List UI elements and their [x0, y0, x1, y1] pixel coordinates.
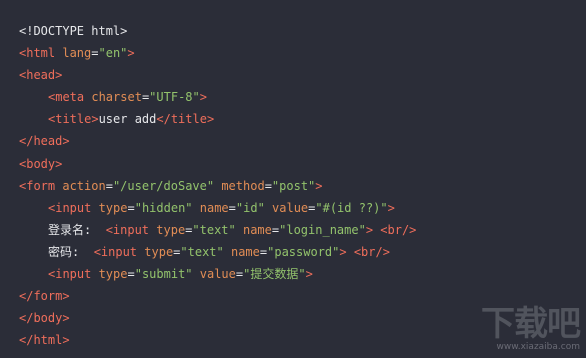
code-line: </head> [19, 130, 416, 152]
code-token-attr: type [98, 267, 128, 282]
code-line: <head> [19, 64, 416, 86]
code-line: <meta charset="UTF-8"> [19, 86, 416, 108]
code-token-str: "en" [98, 46, 128, 61]
code-token-txt: <!DOCTYPE html> [19, 24, 128, 38]
code-token-tag: </head> [19, 134, 70, 149]
code-token-tag: <meta [48, 90, 92, 105]
code-token-txt: = [91, 46, 99, 61]
code-token-tag: <input [48, 200, 99, 215]
code-token-tag: <body> [19, 156, 63, 171]
code-token-txt: = [105, 178, 113, 193]
code-line: <form action="/user/doSave" method="post… [19, 175, 416, 197]
code-token-tag: </body> [19, 311, 70, 326]
code-token-txt: = [228, 200, 236, 215]
code-token-str: "text" [192, 222, 243, 237]
code-line: 登录名: <input type="text" name="login_name… [19, 219, 416, 241]
code-token-str: "hidden" [134, 200, 200, 215]
code-line: <body> [19, 153, 416, 175]
code-token-attr: value [199, 267, 236, 282]
code-line: <html lang="en"> [19, 42, 416, 64]
code-token-attr: name [199, 200, 229, 215]
code-token-txt: 登录名: [48, 222, 106, 237]
code-token-attr: type [98, 200, 128, 215]
code-token-tag: > [315, 178, 323, 193]
code-token-attr: lang [62, 46, 92, 61]
code-token-txt: = [264, 178, 272, 193]
code-token-str: "提交数据" [243, 267, 306, 282]
code-token-str: "#(id ??)" [315, 200, 388, 215]
code-token-str: "text" [180, 244, 231, 259]
code-token-str: "id" [235, 200, 273, 215]
code-token-str: "/user/doSave" [112, 178, 222, 193]
watermark-url: www.xiazaiba.com [496, 342, 580, 352]
code-editor: <!DOCTYPE html> <html lang="en"> <head> <me… [19, 20, 416, 351]
code-token-attr: charset [91, 90, 142, 105]
code-line: 密码: <input type="text" name="password"> … [19, 241, 416, 263]
code-token-str: "login_name" [279, 222, 366, 237]
code-token-attr: type [144, 244, 174, 259]
code-token-tag: > <br/> [365, 222, 417, 237]
code-token-str: "UTF-8" [149, 90, 200, 105]
code-token-str: "password" [267, 244, 340, 259]
code-token-txt: 密码: [48, 244, 94, 259]
code-token-tag: > [127, 46, 135, 61]
code-token-tag: <html [19, 46, 63, 61]
code-token-tag: <input [93, 244, 145, 259]
code-token-attr: method [221, 178, 265, 193]
code-token-txt: = [127, 200, 135, 215]
code-token-attr: type [156, 222, 186, 237]
code-token-str: "post" [271, 178, 316, 193]
code-line: </form> [19, 285, 416, 307]
code-token-attr: action [62, 178, 106, 193]
code-token-tag: > [387, 200, 395, 215]
code-line: <!DOCTYPE html> [19, 20, 416, 42]
code-token-attr: name [242, 222, 272, 237]
watermark-logo: 下载吧 www.xiazaiba.com [481, 304, 581, 352]
code-token-tag: > [305, 267, 313, 282]
code-token-tag: <input [48, 267, 99, 282]
code-token-tag: </form> [19, 289, 70, 304]
code-line: </body> [19, 307, 416, 329]
code-token-str: "submit" [134, 267, 200, 282]
code-token-txt: user add [98, 112, 157, 127]
code-token-tag: <input [105, 222, 157, 237]
code-token-tag: </html> [19, 333, 70, 348]
code-token-tag: </title> [156, 112, 215, 127]
code-token-tag: <head> [19, 68, 63, 83]
code-token-tag: > [199, 90, 207, 105]
code-token-attr: value [272, 200, 309, 215]
code-line: <input type="hidden" name="id" value="#(… [19, 197, 416, 219]
watermark-text: 下载吧 [481, 304, 581, 344]
code-token-tag: <form [19, 178, 63, 193]
code-token-tag: <title> [48, 112, 99, 127]
code-token-txt: = [127, 267, 135, 282]
code-line: </html> [19, 329, 416, 351]
code-token-attr: name [230, 244, 260, 259]
code-token-tag: > <br/> [339, 244, 390, 259]
code-line: <title>user add</title> [19, 108, 416, 130]
code-line: <input type="submit" value="提交数据"> [19, 263, 416, 285]
